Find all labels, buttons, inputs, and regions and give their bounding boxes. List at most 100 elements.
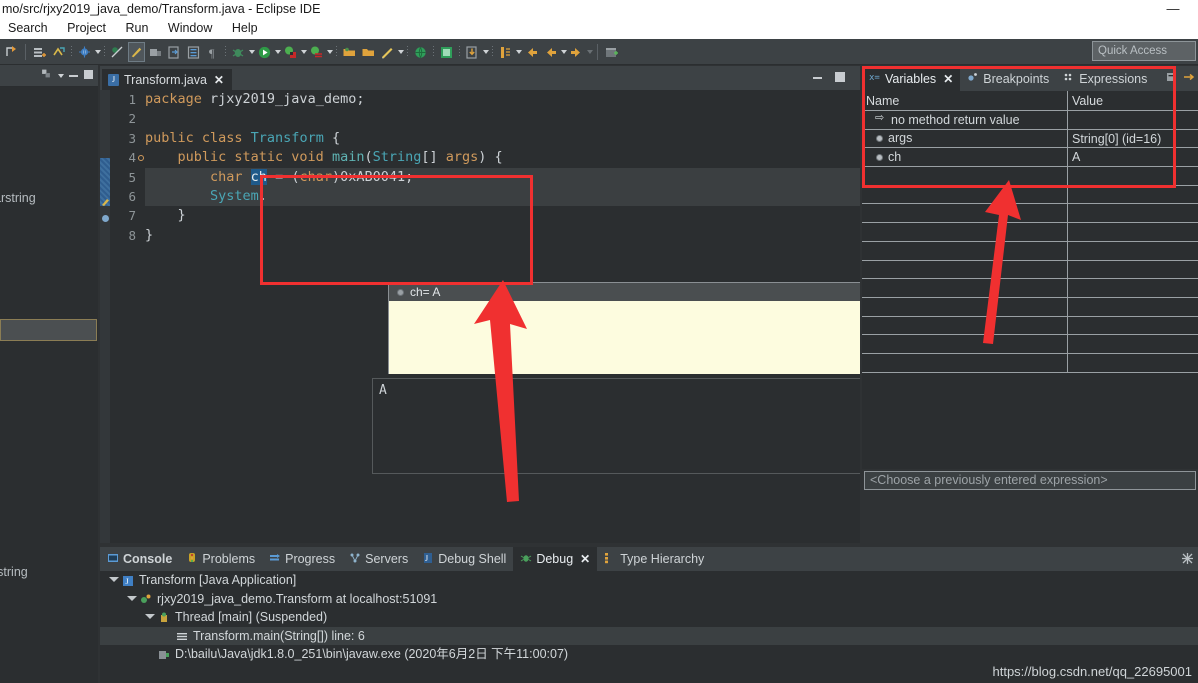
code-line[interactable]: 2 <box>110 109 860 128</box>
debug-tree-node[interactable]: D:\bailu\Java\jdk1.8.0_251\bin\javaw.exe… <box>100 645 1198 664</box>
view-menu-icon[interactable] <box>1182 70 1196 89</box>
bottom-tab-progress[interactable]: Progress <box>262 547 342 571</box>
back-arrow-icon[interactable] <box>523 42 540 62</box>
debug-dropdown-caret[interactable] <box>95 50 101 54</box>
new-java-class-icon[interactable] <box>50 42 67 62</box>
java-perspective-icon[interactable] <box>438 42 455 62</box>
debug-tree-node[interactable]: Transform.main(String[]) line: 6 <box>100 626 1198 645</box>
open-type-icon[interactable] <box>3 42 20 62</box>
run-history-caret[interactable] <box>275 50 281 54</box>
skip-breakpoints-icon[interactable] <box>109 42 126 62</box>
code-line[interactable]: 8} <box>110 226 860 245</box>
left-panel-link-icon[interactable] <box>39 67 53 85</box>
variables-empty-row[interactable] <box>862 335 1198 354</box>
quick-access-input[interactable]: Quick Access <box>1092 41 1196 61</box>
close-icon[interactable]: ✕ <box>580 552 590 566</box>
open-folder-alt-icon[interactable] <box>360 42 377 62</box>
column-header-name[interactable]: Name <box>862 91 1068 110</box>
window-minimize-button[interactable]: — <box>1166 2 1180 16</box>
variables-row[interactable]: args String[0] (id=16) <box>862 129 1198 149</box>
debug-tree-node[interactable]: Thread [main] (Suspended) <box>100 608 1198 627</box>
download-caret[interactable] <box>483 50 489 54</box>
expand-twisty-icon[interactable] <box>126 594 137 604</box>
menu-item-help[interactable]: Help <box>224 18 266 39</box>
new-java-package-icon[interactable] <box>31 42 48 62</box>
run-external-tools-icon[interactable] <box>282 42 299 62</box>
close-icon[interactable]: ✕ <box>214 73 224 87</box>
variables-row[interactable]: no method return value <box>862 109 1198 130</box>
annotation-caret[interactable] <box>398 50 404 54</box>
variable-value-cell[interactable]: A <box>1068 148 1198 166</box>
variables-empty-row[interactable] <box>862 316 1198 336</box>
open-perspective-icon[interactable] <box>412 42 429 62</box>
bottom-tab-servers[interactable]: Servers <box>342 547 415 571</box>
code-line[interactable]: 5 char ch = (char)0xAB0041; <box>110 167 860 187</box>
external-tools-caret[interactable] <box>301 50 307 54</box>
download-sources-icon[interactable] <box>464 42 481 62</box>
code-line[interactable]: 7 } <box>110 206 860 225</box>
next-annotation-caret[interactable] <box>516 50 522 54</box>
debug-last-launched-icon[interactable] <box>230 42 247 62</box>
new-window-icon[interactable] <box>603 42 620 62</box>
variables-empty-row[interactable] <box>862 353 1198 373</box>
menu-item-project[interactable]: Project <box>59 18 114 39</box>
debug-tree-node[interactable]: rjxy2019_java_demo.Transform at localhos… <box>100 590 1198 609</box>
breakpoint-marker-icon[interactable] <box>101 210 110 222</box>
editor-tab-transform-java[interactable]: J Transform.java ✕ <box>102 67 232 90</box>
variables-empty-row[interactable] <box>862 167 1198 186</box>
back-history-caret[interactable] <box>561 50 567 54</box>
code-line[interactable]: 3 public class Transform { <box>110 129 860 148</box>
code-editor[interactable]: 1 package rjxy2019_java_demo; 2 3 public cla… <box>100 90 860 543</box>
quick-fix-icon[interactable] <box>101 193 110 206</box>
bottom-tab-debug[interactable]: Debug ✕ <box>513 547 598 571</box>
tab-breakpoints[interactable]: Breakpoints <box>960 66 1056 91</box>
collapse-all-icon[interactable] <box>1165 70 1179 89</box>
editor-annotation-ruler[interactable] <box>100 90 110 543</box>
tab-expressions[interactable]: Expressions <box>1056 66 1154 91</box>
menu-item-run[interactable]: Run <box>117 18 156 39</box>
coverage-caret[interactable] <box>327 50 333 54</box>
debug-tree-node[interactable]: J Transform [Java Application] <box>100 571 1198 590</box>
menu-item-search[interactable]: Search <box>0 18 56 39</box>
tab-variables[interactable]: x= Variables ✕ <box>862 66 961 91</box>
fold-marker-icon[interactable] <box>138 155 144 162</box>
variable-value-cell[interactable]: String[0] (id=16) <box>1068 130 1198 148</box>
toggle-mark-occurrences-icon[interactable] <box>128 42 145 62</box>
code-line[interactable]: 4 public static void main(String[] args)… <box>110 148 860 167</box>
back-arrow-alt-icon[interactable] <box>542 42 559 62</box>
left-panel-menu-caret[interactable] <box>58 73 64 78</box>
variable-value-cell[interactable] <box>1068 111 1198 129</box>
editor-maximize-button[interactable] <box>834 71 846 83</box>
console-output-strip[interactable]: A <box>372 378 860 474</box>
left-panel-body[interactable]: arstring ] rstring <box>0 87 98 683</box>
variables-empty-row[interactable] <box>862 279 1198 298</box>
code-line[interactable]: 1 package rjxy2019_java_demo; <box>110 90 860 109</box>
bottom-view-menu-icon[interactable] <box>1181 552 1194 570</box>
run-icon[interactable] <box>256 42 273 62</box>
bottom-tab-console[interactable]: Console <box>100 547 179 571</box>
variables-empty-row[interactable] <box>862 223 1198 242</box>
code-line[interactable]: 6 System. <box>110 186 860 207</box>
variables-row[interactable]: ch A <box>862 148 1198 168</box>
variables-table[interactable]: Name Value no method return value args Str… <box>862 91 1198 469</box>
forward-arrow-icon[interactable] <box>568 42 585 62</box>
coverage-icon[interactable] <box>308 42 325 62</box>
debug-history-caret[interactable] <box>249 50 255 54</box>
variables-empty-row[interactable] <box>862 297 1198 317</box>
bottom-tab-problems[interactable]: Problems <box>179 547 262 571</box>
expression-result-area[interactable] <box>862 492 1198 543</box>
variables-empty-row[interactable] <box>862 260 1198 280</box>
open-task-icon[interactable] <box>185 42 202 62</box>
editor-minimize-button[interactable] <box>812 71 824 83</box>
forward-history-caret[interactable] <box>587 50 593 54</box>
next-annotation-icon[interactable] <box>497 42 514 62</box>
close-icon[interactable]: ✕ <box>943 72 953 86</box>
debug-run-icon[interactable] <box>76 42 93 62</box>
open-folder-icon[interactable] <box>341 42 358 62</box>
column-header-value[interactable]: Value <box>1068 91 1198 110</box>
variables-empty-row[interactable] <box>862 241 1198 261</box>
export-icon[interactable] <box>166 42 183 62</box>
expression-input[interactable]: <Choose a previously entered expression> <box>864 471 1196 490</box>
left-panel-maximize-icon[interactable] <box>83 67 94 85</box>
paragraph-mark-icon[interactable]: ¶ <box>204 42 221 62</box>
